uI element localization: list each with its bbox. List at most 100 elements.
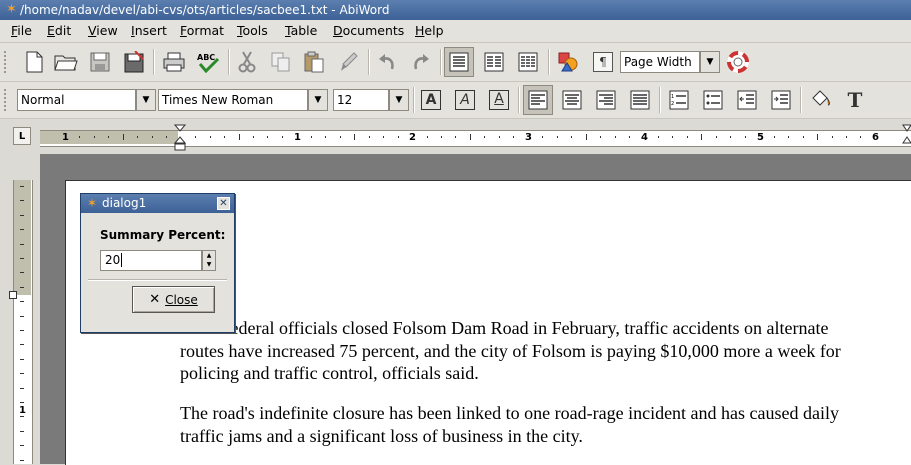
numbered-list-icon[interactable]: 12 <box>664 85 694 115</box>
print-icon[interactable] <box>159 47 189 77</box>
help-lifebuoy-icon[interactable] <box>723 47 753 77</box>
ruler-tick <box>845 136 847 138</box>
spin-up-icon[interactable]: ▲ <box>203 251 215 260</box>
dialog-title-bar[interactable]: ✶ dialog1 ✕ <box>81 194 234 213</box>
ruler-tick <box>368 136 370 138</box>
menu-help[interactable]: Help <box>415 23 444 38</box>
toolbar-grip[interactable] <box>4 89 12 111</box>
menu-documents[interactable]: Documents <box>333 23 404 38</box>
ruler-tick <box>93 136 95 138</box>
svg-text:2: 2 <box>671 101 674 107</box>
vertical-ruler-tick <box>20 229 24 231</box>
format-painter-icon[interactable] <box>334 47 364 77</box>
ruler-tick <box>600 136 602 138</box>
bullet-list-icon[interactable] <box>698 85 728 115</box>
open-folder-icon[interactable] <box>51 47 81 77</box>
vertical-ruler-number: 1 <box>19 405 26 416</box>
dialog-close-icon[interactable]: ✕ <box>217 197 230 210</box>
new-document-icon[interactable] <box>19 47 49 77</box>
font-size-combo[interactable]: 12 <box>333 89 389 111</box>
copy-icon[interactable] <box>266 47 296 77</box>
menu-edit[interactable]: Edit <box>47 23 71 38</box>
style-combo[interactable]: Normal <box>17 89 136 111</box>
menu-insert[interactable]: Insert <box>131 23 167 38</box>
spellcheck-icon[interactable]: ABC <box>193 47 223 77</box>
menu-format[interactable]: Format <box>180 23 224 38</box>
vertical-ruler-tick <box>20 358 24 360</box>
close-button[interactable]: ✕ Close <box>132 286 215 313</box>
vertical-ruler-tick <box>20 430 24 432</box>
cut-icon[interactable] <box>232 47 262 77</box>
save-as-icon[interactable] <box>119 47 149 77</box>
ruler-number: 6 <box>872 132 879 143</box>
insert-image-icon[interactable] <box>553 47 583 77</box>
ruler-tick <box>122 134 124 140</box>
ruler-number: 3 <box>525 132 532 143</box>
save-icon[interactable] <box>85 47 115 77</box>
vertical-ruler-tick <box>20 387 24 389</box>
paragraph-line: The road's indefinite closure has been l… <box>180 403 840 423</box>
bold-icon[interactable]: A <box>416 85 446 115</box>
ruler-tick <box>267 136 269 138</box>
dialog-star-icon: ✶ <box>87 196 98 210</box>
spin-down-icon[interactable]: ▼ <box>203 260 215 269</box>
paragraph-2[interactable]: The road's indefinite closure has been l… <box>180 402 839 447</box>
paste-icon[interactable] <box>299 47 329 77</box>
summary-percent-input[interactable]: 20 <box>100 250 202 271</box>
ruler-tick <box>513 136 515 138</box>
zoom-combo[interactable]: Page Width <box>620 51 700 73</box>
increase-indent-icon[interactable] <box>766 85 796 115</box>
ruler-tick <box>79 136 81 138</box>
normal-view-icon[interactable] <box>444 47 474 77</box>
align-right-icon[interactable] <box>591 85 621 115</box>
ruler-tick <box>686 136 688 138</box>
undo-icon[interactable] <box>372 47 402 77</box>
ruler-tick <box>383 136 385 138</box>
vertical-ruler-tick <box>20 286 24 288</box>
dialog-separator <box>88 279 227 281</box>
vertical-ruler-tick <box>20 200 24 202</box>
ruler-tick <box>831 136 833 138</box>
menu-tools[interactable]: Tools <box>237 23 268 38</box>
summary-dialog: ✶ dialog1 ✕ Summary Percent: 20 ▲ ▼ ✕ Clo… <box>80 193 235 333</box>
font-combo[interactable]: Times New Roman <box>158 89 308 111</box>
paragraph-1[interactable]: Since federal officials closed Folsom Da… <box>180 317 841 385</box>
font-dialog-icon[interactable]: T <box>840 85 870 115</box>
ruler-number: 2 <box>409 132 416 143</box>
two-columns-icon[interactable] <box>479 47 509 77</box>
ruler-tick <box>166 136 168 138</box>
ruler-tick <box>426 136 428 138</box>
toolbar-grip[interactable] <box>4 51 12 73</box>
title-bar: ✶ /home/nadav/devel/abi-cvs/ots/articles… <box>0 0 911 20</box>
align-left-icon[interactable] <box>523 85 553 115</box>
font-size-dropdown-arrow-icon[interactable]: ▼ <box>389 89 409 111</box>
ruler-tick <box>657 136 659 138</box>
summary-percent-spinner[interactable]: ▲ ▼ <box>202 250 216 271</box>
align-center-icon[interactable] <box>557 85 587 115</box>
style-dropdown-arrow-icon[interactable]: ▼ <box>136 89 156 111</box>
tab-type-selector[interactable]: L <box>13 127 31 145</box>
right-indent-marker-icon[interactable] <box>902 124 911 157</box>
ruler-tick <box>151 136 153 138</box>
ruler-tick <box>469 134 471 140</box>
vertical-margin-handle[interactable] <box>9 291 17 299</box>
align-justify-icon[interactable] <box>625 85 655 115</box>
menu-table[interactable]: Table <box>285 23 317 38</box>
underline-icon[interactable]: A <box>484 85 514 115</box>
menu-file[interactable]: File <box>11 23 32 38</box>
three-columns-icon[interactable] <box>513 47 543 77</box>
text-color-bucket-icon[interactable] <box>805 85 835 115</box>
ruler-tick <box>817 134 819 140</box>
decrease-indent-icon[interactable] <box>732 85 762 115</box>
zoom-dropdown-arrow-icon[interactable]: ▼ <box>700 51 720 73</box>
redo-icon[interactable] <box>406 47 436 77</box>
ruler-tick <box>325 136 327 138</box>
italic-icon[interactable]: A <box>450 85 480 115</box>
ruler-number: 1 <box>62 132 69 143</box>
indent-marker-icon[interactable] <box>173 124 187 157</box>
show-formatting-marks-icon[interactable]: ¶ <box>588 47 618 77</box>
font-dropdown-arrow-icon[interactable]: ▼ <box>308 89 328 111</box>
menu-view[interactable]: View <box>88 23 118 38</box>
ruler-tick <box>773 136 775 138</box>
ruler-number: 4 <box>641 132 648 143</box>
